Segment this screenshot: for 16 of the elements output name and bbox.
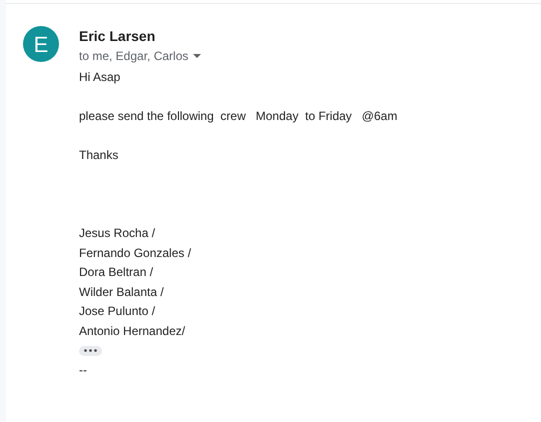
body-text-line: Fernando Gonzales / — [79, 244, 192, 262]
sender-avatar: E — [23, 26, 59, 62]
body-text-line: Antonio Hernandez/ — [79, 322, 186, 340]
show-trimmed-button[interactable] — [79, 346, 102, 356]
body-text-line: Jesus Rocha / — [79, 225, 156, 242]
body-text-line: Wilder Balanta / — [79, 284, 165, 300]
body-text-line: Jose Pulunto / — [79, 303, 156, 320]
body-text-line: please send the following crew Monday to Friday @6am — [79, 108, 398, 125]
body-text-line: Thanks — [79, 147, 120, 164]
dots-icon — [84, 349, 97, 352]
body-text-line: Hi Asap — [79, 69, 122, 86]
caret-icon — [193, 54, 202, 58]
body-text-line: Dora Beltran / — [79, 264, 154, 281]
sender-name: Eric Larsen — [79, 27, 156, 45]
body-text-line: -- — [79, 362, 88, 378]
recipients-dropdown[interactable]: to me, Edgar, Carlos — [79, 48, 398, 64]
